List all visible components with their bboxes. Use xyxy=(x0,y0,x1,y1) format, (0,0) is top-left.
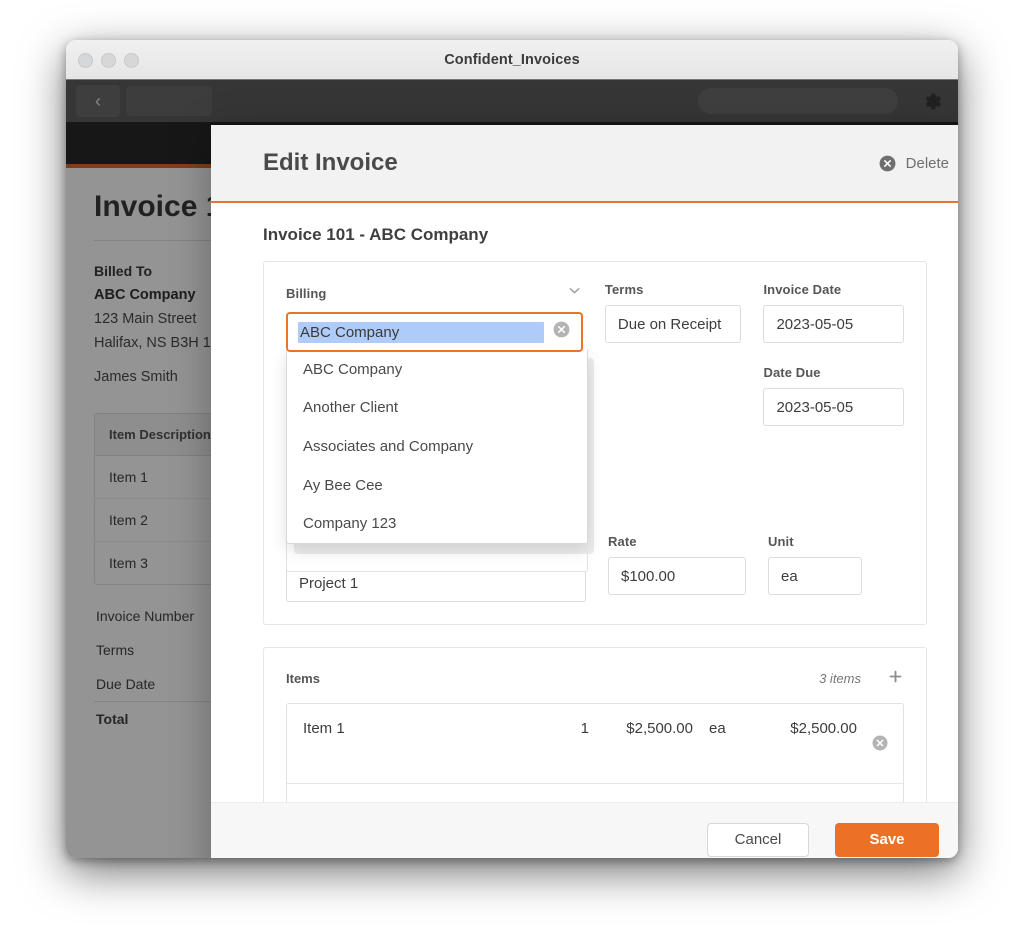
invoice-fields-card: Billing ABC Company ABC Company Another … xyxy=(263,261,927,625)
fields-row-primary: Billing ABC Company ABC Company Another … xyxy=(286,282,904,554)
item-amount: $2,500.00 xyxy=(790,720,857,737)
dialog-title: Edit Invoice xyxy=(263,149,398,176)
zoom-window-button[interactable] xyxy=(124,53,139,68)
back-button[interactable]: ‹ xyxy=(76,85,120,117)
window-title: Confident_Invoices xyxy=(444,51,580,68)
delete-label: Delete xyxy=(905,154,949,172)
billing-option[interactable]: Ay Bee Cee xyxy=(287,466,587,505)
clear-circle-icon xyxy=(553,321,570,338)
rate-label: Rate xyxy=(608,534,637,549)
item-unit: ea xyxy=(709,720,726,737)
invoice-date-label: Invoice Date xyxy=(763,282,842,297)
summary-label: Terms xyxy=(96,642,135,658)
dialog-header: Edit Invoice Delete xyxy=(211,125,958,203)
billing-field-group: Billing ABC Company ABC Company Another … xyxy=(286,282,594,554)
billing-expand-toggle[interactable] xyxy=(566,282,583,304)
terms-field-group: Terms Due on Receipt xyxy=(604,282,742,426)
item-rate: $95.00 xyxy=(589,800,693,802)
unit-label: Unit xyxy=(768,534,794,549)
item-quantity: 1 xyxy=(580,720,589,737)
billing-option[interactable]: Another Client xyxy=(287,389,587,428)
item-amount: $95.00 xyxy=(753,800,857,802)
screen-root: Confident_Invoices ‹ Invoice 101 Billed … xyxy=(0,0,1024,945)
billing-input[interactable]: ABC Company xyxy=(286,312,583,352)
edit-invoice-dialog: Edit Invoice Delete Invoice 101 - ABC Co… xyxy=(211,125,958,858)
summary-label: Invoice Number xyxy=(96,608,195,624)
item-quantity: 1 xyxy=(543,800,589,802)
summary-label: Total xyxy=(96,711,129,727)
billing-label: Billing xyxy=(286,285,327,301)
gear-icon xyxy=(925,93,941,109)
billing-option[interactable]: Company 123 xyxy=(287,504,587,543)
date-due-input[interactable]: 2023-05-05 xyxy=(763,388,904,426)
invoice-date-value: 2023-05-05 xyxy=(776,315,854,333)
cancel-button[interactable]: Cancel xyxy=(707,822,809,857)
minimize-window-button[interactable] xyxy=(101,53,116,68)
billing-options-dropdown[interactable]: ABC Company Another Client Associates an… xyxy=(286,350,588,544)
remove-item-button[interactable] xyxy=(857,800,903,802)
billing-label-row: Billing xyxy=(286,282,583,312)
date-due-value: 2023-05-05 xyxy=(776,398,854,416)
summary-label: Due Date xyxy=(96,676,156,692)
chevron-down-icon xyxy=(569,288,580,294)
items-count: 3 items xyxy=(819,671,861,686)
dialog-body: Invoice 101 - ABC Company Billing ABC Co… xyxy=(211,203,958,802)
invoice-subtitle: Invoice 101 - ABC Company xyxy=(263,225,489,244)
billing-input-value: ABC Company xyxy=(298,321,544,343)
rate-input[interactable]: $100.00 xyxy=(608,557,746,595)
terms-input-value: Due on Receipt xyxy=(617,315,722,333)
unit-field-group: Unit ea xyxy=(768,534,862,602)
invoice-date-input[interactable]: 2023-05-05 xyxy=(763,305,904,343)
unit-input-value: ea xyxy=(781,567,798,585)
unit-input[interactable]: ea xyxy=(768,557,862,595)
app-toolbar: ‹ xyxy=(66,80,958,122)
items-card: Items 3 items Item 1 1 $2,500.00 ea $2,5… xyxy=(263,647,927,802)
settings-button[interactable] xyxy=(912,81,952,121)
delete-invoice-button[interactable]: Delete xyxy=(878,154,949,173)
plus-icon xyxy=(889,670,902,683)
close-circle-icon xyxy=(879,155,896,171)
dialog-footer: Cancel Save xyxy=(211,802,958,858)
item-unit: ea xyxy=(693,800,753,802)
date-due-label: Date Due xyxy=(763,365,821,380)
terms-input[interactable]: Due on Receipt xyxy=(604,305,742,343)
rate-field-group: Rate $100.00 xyxy=(608,534,746,602)
billing-option[interactable]: Associates and Company xyxy=(287,427,587,466)
billing-option[interactable]: ABC Company xyxy=(287,350,587,389)
remove-item-button[interactable] xyxy=(857,720,903,752)
items-header: Items 3 items xyxy=(286,668,904,703)
window-titlebar: Confident_Invoices xyxy=(66,40,958,80)
dates-field-group: Invoice Date 2023-05-05 Date Due 2023-05… xyxy=(763,282,904,426)
window-controls[interactable] xyxy=(78,53,139,68)
add-item-button[interactable] xyxy=(887,668,904,689)
rate-input-value: $100.00 xyxy=(621,567,676,585)
close-window-button[interactable] xyxy=(78,53,93,68)
item-description: Item 1 xyxy=(303,720,345,737)
search-input[interactable] xyxy=(698,88,898,114)
toolbar-chip[interactable] xyxy=(126,86,212,116)
item-description: Item 2 xyxy=(287,800,543,802)
remove-circle-icon xyxy=(872,735,888,751)
terms-label: Terms xyxy=(604,282,644,297)
item-rate: $2,500.00 xyxy=(626,720,693,737)
project-input-value: Project 1 xyxy=(299,574,359,592)
chevron-left-icon: ‹ xyxy=(95,90,101,111)
item-row[interactable]: Item 2 1 $95.00 ea $95.00 xyxy=(287,783,903,802)
items-label: Items xyxy=(286,671,320,686)
item-row[interactable]: Item 1 1 $2,500.00 ea $2,500.00 xyxy=(287,704,903,783)
billing-clear-button[interactable] xyxy=(552,320,571,344)
save-button[interactable]: Save xyxy=(835,822,939,857)
application-window: Confident_Invoices ‹ Invoice 101 Billed … xyxy=(66,40,958,858)
items-list: Item 1 1 $2,500.00 ea $2,500.00 xyxy=(286,703,904,802)
